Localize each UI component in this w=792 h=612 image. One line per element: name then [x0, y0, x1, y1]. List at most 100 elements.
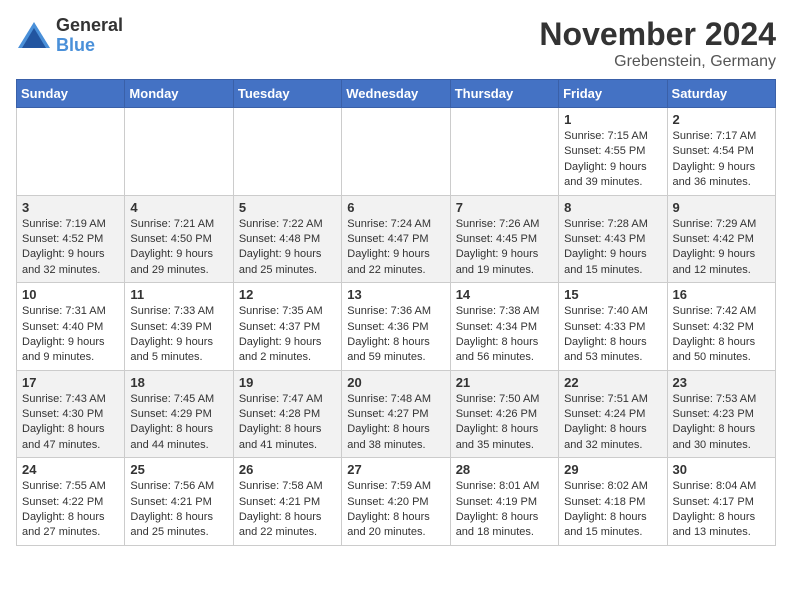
day-number: 18	[130, 375, 227, 390]
calendar-day-header: Thursday	[450, 80, 558, 108]
day-info: Sunrise: 7:26 AM Sunset: 4:45 PM Dayligh…	[456, 217, 553, 279]
day-info: Sunrise: 7:42 AM Sunset: 4:32 PM Dayligh…	[673, 304, 770, 366]
day-number: 7	[456, 200, 553, 215]
calendar-week-row: 10Sunrise: 7:31 AM Sunset: 4:40 PM Dayli…	[17, 283, 776, 371]
day-info: Sunrise: 7:53 AM Sunset: 4:23 PM Dayligh…	[673, 392, 770, 454]
day-number: 23	[673, 375, 770, 390]
day-info: Sunrise: 7:43 AM Sunset: 4:30 PM Dayligh…	[22, 392, 119, 454]
calendar-cell: 10Sunrise: 7:31 AM Sunset: 4:40 PM Dayli…	[17, 283, 125, 371]
day-number: 16	[673, 287, 770, 302]
calendar-cell: 6 Sunrise: 7:24 AM Sunset: 4:47 PM Daylig…	[342, 195, 450, 283]
day-info: Sunrise: 7:38 AM Sunset: 4:34 PM Dayligh…	[456, 304, 553, 366]
day-number: 26	[239, 462, 336, 477]
day-number: 8	[564, 200, 661, 215]
calendar-week-row: 24Sunrise: 7:55 AM Sunset: 4:22 PM Dayli…	[17, 458, 776, 546]
calendar-day-header: Friday	[559, 80, 667, 108]
day-info: Sunrise: 8:04 AM Sunset: 4:17 PM Dayligh…	[673, 479, 770, 541]
day-number: 25	[130, 462, 227, 477]
calendar-cell: 18 Sunrise: 7:45 AM Sunset: 4:29 PM Dayli…	[125, 370, 233, 458]
day-number: 6	[347, 200, 444, 215]
calendar-cell	[233, 108, 341, 196]
calendar-cell: 4Sunrise: 7:21 AM Sunset: 4:50 PM Daylig…	[125, 195, 233, 283]
day-number: 19	[239, 375, 336, 390]
calendar-cell	[125, 108, 233, 196]
logo-text: General Blue	[56, 16, 123, 56]
day-number: 22	[564, 375, 661, 390]
day-info: Sunrise: 7:33 AM Sunset: 4:39 PM Dayligh…	[130, 304, 227, 366]
calendar-cell: 28 Sunrise: 8:01 AM Sunset: 4:19 PM Dayli…	[450, 458, 558, 546]
day-number: 20	[347, 375, 444, 390]
day-info: Sunrise: 7:29 AM Sunset: 4:42 PM Dayligh…	[673, 217, 770, 279]
day-info: Sunrise: 8:02 AM Sunset: 4:18 PM Dayligh…	[564, 479, 661, 541]
day-info: Sunrise: 7:28 AM Sunset: 4:43 PM Dayligh…	[564, 217, 661, 279]
calendar-cell	[450, 108, 558, 196]
location: Grebenstein, Germany	[539, 53, 776, 71]
calendar-table: SundayMondayTuesdayWednesdayThursdayFrid…	[16, 79, 776, 546]
calendar-cell: 24Sunrise: 7:55 AM Sunset: 4:22 PM Dayli…	[17, 458, 125, 546]
logo-icon	[16, 18, 52, 54]
calendar-week-row: 17Sunrise: 7:43 AM Sunset: 4:30 PM Dayli…	[17, 370, 776, 458]
day-number: 9	[673, 200, 770, 215]
day-info: Sunrise: 7:56 AM Sunset: 4:21 PM Dayligh…	[130, 479, 227, 541]
title-block: November 2024 Grebenstein, Germany	[539, 16, 776, 71]
calendar-cell: 2 Sunrise: 7:17 AM Sunset: 4:54 PM Daylig…	[667, 108, 775, 196]
calendar-cell	[17, 108, 125, 196]
day-info: Sunrise: 7:48 AM Sunset: 4:27 PM Dayligh…	[347, 392, 444, 454]
calendar-cell: 20 Sunrise: 7:48 AM Sunset: 4:27 PM Dayli…	[342, 370, 450, 458]
day-info: Sunrise: 7:51 AM Sunset: 4:24 PM Dayligh…	[564, 392, 661, 454]
day-number: 2	[673, 112, 770, 127]
calendar-week-row: 1 Sunrise: 7:15 AM Sunset: 4:55 PM Daylig…	[17, 108, 776, 196]
day-info: Sunrise: 7:47 AM Sunset: 4:28 PM Dayligh…	[239, 392, 336, 454]
calendar-cell: 3 Sunrise: 7:19 AM Sunset: 4:52 PM Daylig…	[17, 195, 125, 283]
calendar-cell: 11 Sunrise: 7:33 AM Sunset: 4:39 PM Dayli…	[125, 283, 233, 371]
day-number: 15	[564, 287, 661, 302]
calendar-cell: 26Sunrise: 7:58 AM Sunset: 4:21 PM Dayli…	[233, 458, 341, 546]
calendar-cell: 9 Sunrise: 7:29 AM Sunset: 4:42 PM Daylig…	[667, 195, 775, 283]
calendar-day-header: Tuesday	[233, 80, 341, 108]
calendar-cell	[342, 108, 450, 196]
day-info: Sunrise: 7:55 AM Sunset: 4:22 PM Dayligh…	[22, 479, 119, 541]
calendar-day-header: Monday	[125, 80, 233, 108]
day-info: Sunrise: 7:36 AM Sunset: 4:36 PM Dayligh…	[347, 304, 444, 366]
calendar-cell: 29 Sunrise: 8:02 AM Sunset: 4:18 PM Dayli…	[559, 458, 667, 546]
day-info: Sunrise: 8:01 AM Sunset: 4:19 PM Dayligh…	[456, 479, 553, 541]
day-number: 30	[673, 462, 770, 477]
month-title: November 2024	[539, 16, 776, 53]
day-info: Sunrise: 7:17 AM Sunset: 4:54 PM Dayligh…	[673, 129, 770, 191]
calendar-cell: 25 Sunrise: 7:56 AM Sunset: 4:21 PM Dayli…	[125, 458, 233, 546]
day-number: 5	[239, 200, 336, 215]
day-info: Sunrise: 7:45 AM Sunset: 4:29 PM Dayligh…	[130, 392, 227, 454]
day-number: 29	[564, 462, 661, 477]
calendar-day-header: Sunday	[17, 80, 125, 108]
day-number: 3	[22, 200, 119, 215]
day-info: Sunrise: 7:35 AM Sunset: 4:37 PM Dayligh…	[239, 304, 336, 366]
calendar-cell: 15 Sunrise: 7:40 AM Sunset: 4:33 PM Dayli…	[559, 283, 667, 371]
logo-blue-text: Blue	[56, 36, 123, 56]
day-info: Sunrise: 7:19 AM Sunset: 4:52 PM Dayligh…	[22, 217, 119, 279]
day-info: Sunrise: 7:24 AM Sunset: 4:47 PM Dayligh…	[347, 217, 444, 279]
day-number: 21	[456, 375, 553, 390]
calendar-cell: 12Sunrise: 7:35 AM Sunset: 4:37 PM Dayli…	[233, 283, 341, 371]
day-number: 11	[130, 287, 227, 302]
calendar-cell: 17Sunrise: 7:43 AM Sunset: 4:30 PM Dayli…	[17, 370, 125, 458]
day-number: 28	[456, 462, 553, 477]
calendar-cell: 22 Sunrise: 7:51 AM Sunset: 4:24 PM Dayli…	[559, 370, 667, 458]
day-number: 4	[130, 200, 227, 215]
calendar-cell: 14 Sunrise: 7:38 AM Sunset: 4:34 PM Dayli…	[450, 283, 558, 371]
calendar-day-header: Wednesday	[342, 80, 450, 108]
day-number: 10	[22, 287, 119, 302]
day-info: Sunrise: 7:59 AM Sunset: 4:20 PM Dayligh…	[347, 479, 444, 541]
day-number: 14	[456, 287, 553, 302]
calendar-week-row: 3 Sunrise: 7:19 AM Sunset: 4:52 PM Daylig…	[17, 195, 776, 283]
calendar-cell: 27Sunrise: 7:59 AM Sunset: 4:20 PM Dayli…	[342, 458, 450, 546]
day-number: 1	[564, 112, 661, 127]
calendar-cell: 30 Sunrise: 8:04 AM Sunset: 4:17 PM Dayli…	[667, 458, 775, 546]
calendar-day-header: Saturday	[667, 80, 775, 108]
day-info: Sunrise: 7:40 AM Sunset: 4:33 PM Dayligh…	[564, 304, 661, 366]
day-info: Sunrise: 7:15 AM Sunset: 4:55 PM Dayligh…	[564, 129, 661, 191]
calendar-cell: 5Sunrise: 7:22 AM Sunset: 4:48 PM Daylig…	[233, 195, 341, 283]
calendar-cell: 7 Sunrise: 7:26 AM Sunset: 4:45 PM Daylig…	[450, 195, 558, 283]
calendar-cell: 23 Sunrise: 7:53 AM Sunset: 4:23 PM Dayli…	[667, 370, 775, 458]
calendar-cell: 13Sunrise: 7:36 AM Sunset: 4:36 PM Dayli…	[342, 283, 450, 371]
calendar-cell: 19 Sunrise: 7:47 AM Sunset: 4:28 PM Dayli…	[233, 370, 341, 458]
